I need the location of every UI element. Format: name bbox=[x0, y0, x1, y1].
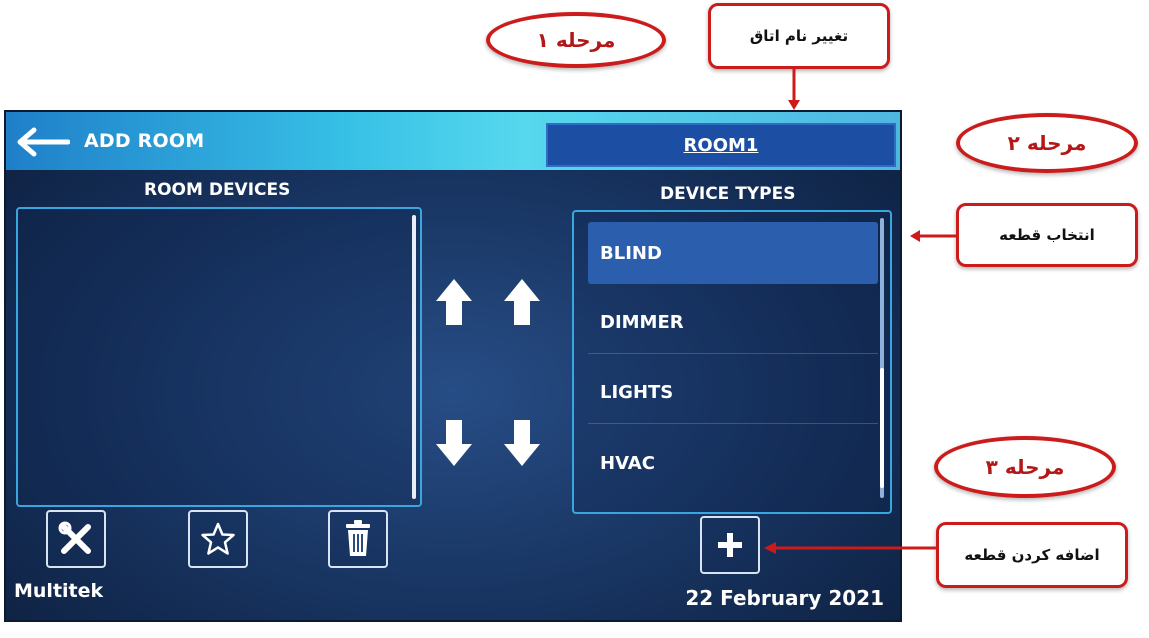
add-device-annotation: اضافه کردن قطعه bbox=[936, 522, 1128, 588]
page-title: ADD ROOM bbox=[84, 130, 205, 152]
device-types-label: DEVICE TYPES bbox=[660, 184, 796, 204]
date-label: 22 February 2021 bbox=[685, 586, 884, 610]
annotation-arrow-down bbox=[788, 68, 800, 110]
device-type-lights[interactable]: LIGHTS bbox=[588, 362, 878, 424]
room-devices-label: ROOM DEVICES bbox=[144, 180, 291, 200]
room-name-field[interactable]: ROOM1 bbox=[546, 123, 896, 167]
device-types-list[interactable]: BLIND DIMMER LIGHTS HVAC bbox=[572, 210, 892, 514]
favorite-button[interactable] bbox=[188, 510, 248, 568]
rename-room-annotation: تغییر نام اتاق bbox=[708, 3, 890, 69]
room-devices-scrollbar[interactable] bbox=[412, 215, 416, 499]
annotation-arrow-left-1 bbox=[910, 230, 958, 242]
device-type-hvac[interactable]: HVAC bbox=[588, 432, 878, 494]
annotation-arrow-left-2 bbox=[764, 542, 938, 554]
tools-icon bbox=[58, 521, 91, 554]
back-button[interactable] bbox=[12, 124, 72, 160]
star-icon bbox=[201, 522, 235, 555]
add-device-button[interactable] bbox=[700, 516, 760, 574]
brand-label: Multitek bbox=[14, 580, 104, 602]
arrow-left-icon bbox=[17, 127, 70, 157]
select-device-annotation: انتخاب قطعه bbox=[956, 203, 1138, 267]
step2-annotation: مرحله ۲ bbox=[956, 113, 1138, 173]
move-down-button-2[interactable] bbox=[502, 418, 542, 468]
delete-button[interactable] bbox=[328, 510, 388, 568]
settings-button[interactable] bbox=[46, 510, 106, 568]
step3-annotation: مرحله ۳ bbox=[934, 436, 1116, 498]
step1-annotation: مرحله ۱ bbox=[486, 12, 666, 68]
trash-icon bbox=[346, 520, 370, 556]
move-down-button-1[interactable] bbox=[434, 418, 474, 468]
room-devices-list[interactable] bbox=[16, 207, 422, 507]
move-up-button-2[interactable] bbox=[502, 277, 542, 327]
scrollbar-thumb[interactable] bbox=[880, 368, 884, 488]
device-types-scrollbar[interactable] bbox=[880, 218, 884, 498]
plus-icon bbox=[718, 533, 742, 557]
move-up-button-1[interactable] bbox=[434, 277, 474, 327]
device-type-blind[interactable]: BLIND bbox=[588, 222, 878, 284]
device-type-dimmer[interactable]: DIMMER bbox=[588, 292, 878, 354]
